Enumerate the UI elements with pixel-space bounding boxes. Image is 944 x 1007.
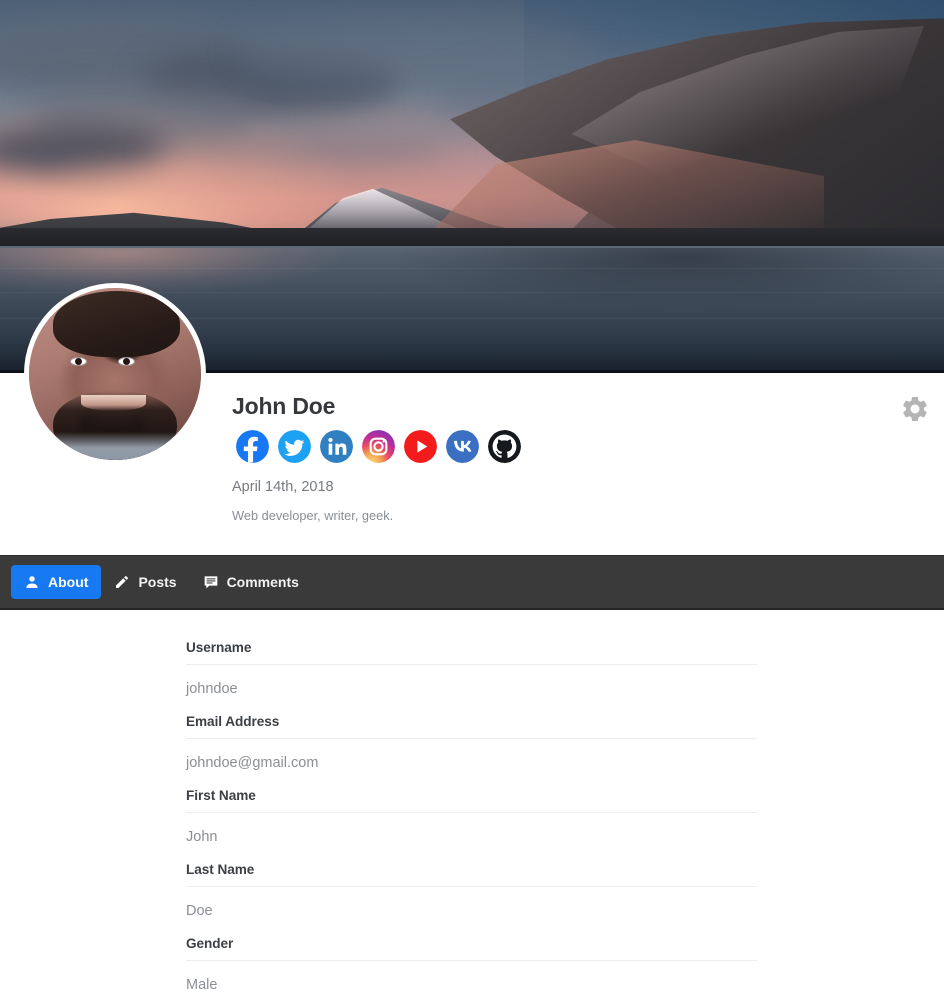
avatar-image — [29, 288, 201, 460]
instagram-icon[interactable] — [362, 430, 395, 463]
field-value: John — [186, 829, 218, 845]
field-last-name: Last Name Doe — [186, 862, 757, 919]
field-label: Last Name — [186, 862, 255, 877]
tab-comments-label: Comments — [226, 574, 299, 590]
field-label: First Name — [186, 788, 256, 803]
tab-posts-label: Posts — [138, 574, 177, 590]
tab-about[interactable]: About — [11, 565, 102, 599]
vk-icon[interactable] — [446, 430, 479, 463]
tab-about-label: About — [48, 574, 89, 590]
avatar-eye-right — [118, 356, 136, 366]
profile-bio: Web developer, writer, geek. — [232, 508, 394, 523]
field-email-address: Email Address johndoe@gmail.com — [186, 714, 757, 771]
avatar-hair — [53, 291, 181, 357]
field-label: Username — [186, 640, 252, 655]
tab-comments[interactable]: Comments — [190, 565, 312, 599]
field-label: Gender — [186, 936, 234, 951]
cover-lake-reflection-dark — [384, 248, 944, 338]
person-icon — [24, 574, 40, 590]
field-value: Doe — [186, 903, 213, 919]
pencil-icon — [114, 574, 130, 590]
comment-icon — [203, 574, 219, 590]
avatar-smile — [80, 394, 146, 411]
about-panel: Username johndoe Email Address johndoe@g… — [0, 612, 944, 1007]
gear-icon[interactable] — [900, 394, 930, 424]
profile-tabbar: About Posts Comments — [0, 555, 944, 610]
tab-posts[interactable]: Posts — [101, 565, 189, 599]
twitter-icon[interactable] — [278, 430, 311, 463]
field-first-name: First Name John — [186, 788, 757, 845]
github-icon[interactable] — [488, 430, 521, 463]
profile-join-date: April 14th, 2018 — [232, 479, 334, 495]
cover-cloud — [60, 160, 340, 200]
field-username: Username johndoe — [186, 640, 757, 697]
youtube-icon[interactable] — [404, 430, 437, 463]
linkedin-icon[interactable] — [320, 430, 353, 463]
profile-page: John Doe April 14th, 2018 Web developer,… — [0, 0, 944, 1007]
facebook-icon[interactable] — [236, 430, 269, 463]
cover-lake-ripple — [0, 268, 944, 269]
field-value: johndoe — [186, 681, 238, 697]
social-links — [236, 430, 521, 463]
field-value: johndoe@gmail.com — [186, 755, 319, 771]
avatar-eye-left — [70, 356, 88, 366]
avatar[interactable] — [24, 283, 206, 465]
page-title: John Doe — [232, 393, 336, 419]
field-label: Email Address — [186, 714, 280, 729]
field-gender: Gender Male — [186, 936, 757, 993]
field-value: Male — [186, 977, 218, 993]
